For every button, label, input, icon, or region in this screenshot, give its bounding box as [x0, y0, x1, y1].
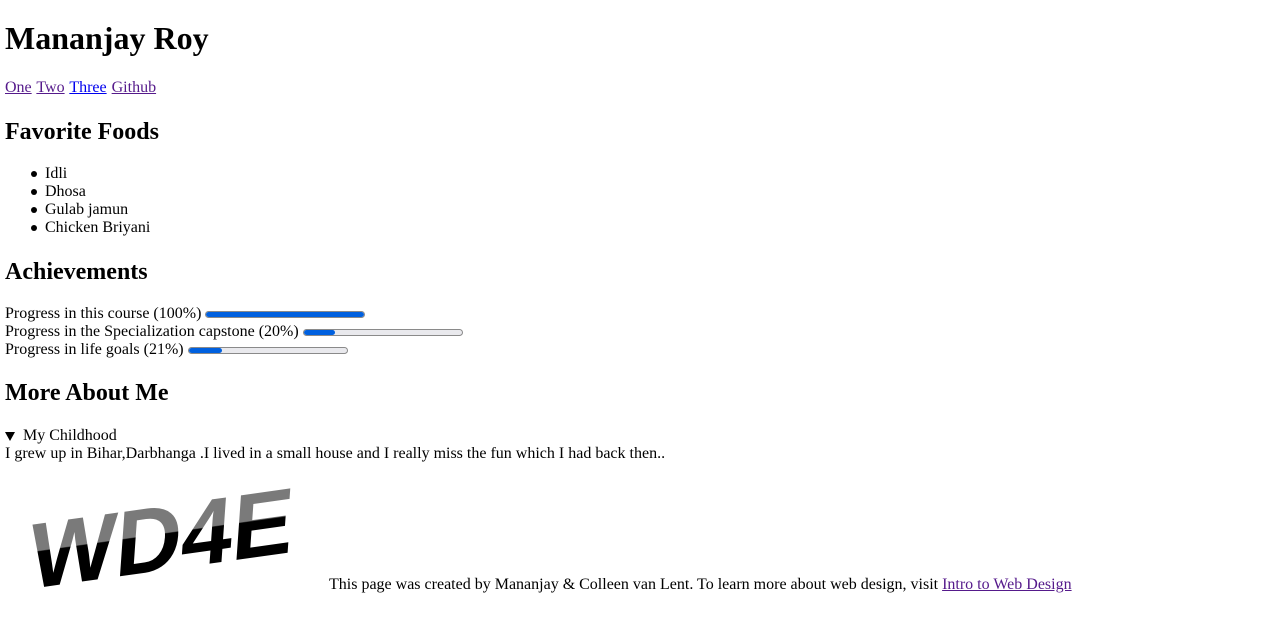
childhood-text: I grew up in Bihar,Darbhanga .I lived in…: [5, 445, 666, 462]
page-title: Mananjay Roy: [5, 20, 209, 56]
progress-label: Progress in the Specialization capstone …: [5, 323, 299, 340]
progress-row: Progress in the Specialization capstone …: [5, 323, 463, 341]
progress-row: Progress in life goals (21%): [5, 341, 463, 359]
progress-bar: [302, 328, 463, 336]
childhood-summary-toggle[interactable]: My Childhood: [5, 427, 665, 445]
achievements-list: Progress in this course (100%) Progress …: [5, 305, 463, 359]
footer: This page was created by Mananjay & Coll…: [329, 576, 1072, 594]
progress-bar-fill: [188, 347, 222, 353]
footer-text: This page was created by Mananjay & Coll…: [329, 576, 943, 593]
wd4e-logo: WD4E: [27, 467, 298, 590]
progress-bar-fill: [303, 329, 336, 335]
achievements-heading: Achievements: [5, 259, 148, 285]
nav-link-one[interactable]: One: [5, 79, 32, 96]
progress-label: Progress in life goals (21%): [5, 341, 184, 358]
list-item: Chicken Briyani: [30, 219, 151, 236]
disclosure-triangle-icon: [5, 431, 15, 441]
childhood-summary-label: My Childhood: [23, 427, 117, 444]
list-item: Dhosa: [30, 183, 150, 201]
more-about-me-heading: More About Me: [5, 380, 169, 406]
nav-link-two[interactable]: Two: [36, 79, 64, 96]
foods-list: Idli Dhosa Gulab jamun Chicken Briyani: [5, 165, 150, 237]
wd4e-logo-text: WD4E: [27, 467, 298, 590]
progress-bar-fill: [206, 311, 365, 317]
list-item: Idli: [30, 165, 150, 183]
progress-label: Progress in this course (100%): [5, 305, 202, 322]
favorite-foods-heading: Favorite Foods: [5, 119, 159, 145]
progress-row: Progress in this course (100%): [5, 305, 463, 323]
list-item: Gulab jamun: [30, 201, 150, 219]
progress-bar: [205, 310, 366, 318]
progress-bar: [187, 346, 348, 354]
intro-to-web-design-link[interactable]: Intro to Web Design: [942, 576, 1072, 593]
childhood-details: My Childhood I grew up in Bihar,Darbhang…: [5, 427, 665, 463]
top-nav: One Two Three Github: [5, 79, 157, 97]
nav-link-github[interactable]: Github: [112, 79, 156, 96]
nav-link-three[interactable]: Three: [69, 79, 106, 96]
